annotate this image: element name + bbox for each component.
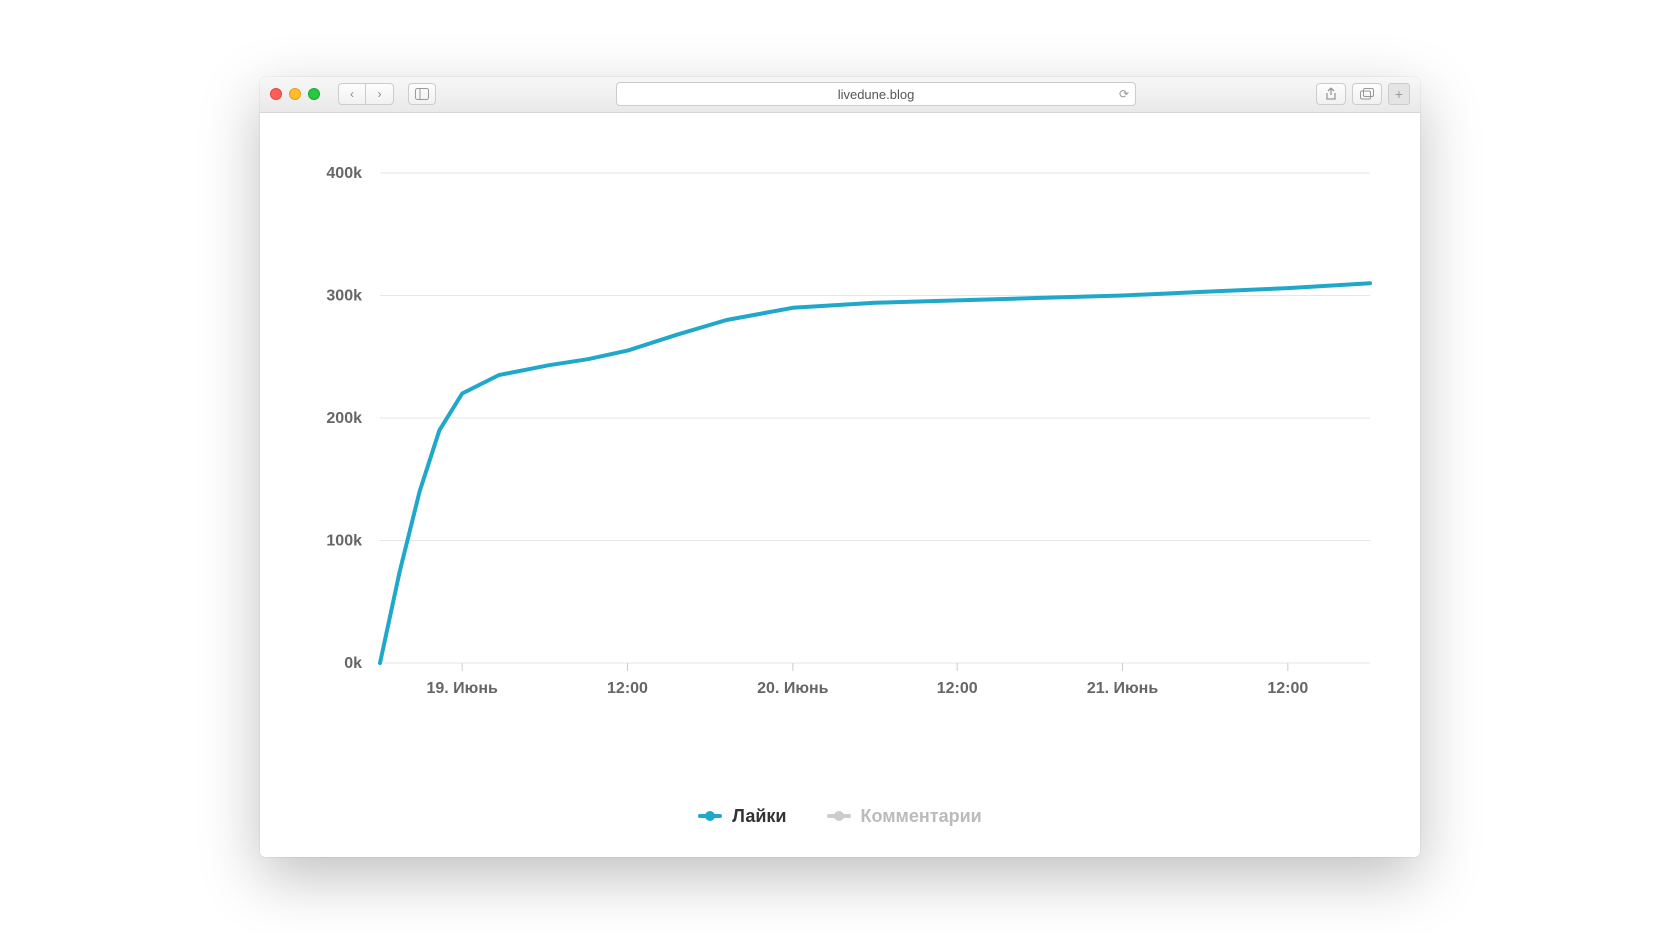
series-line: [380, 283, 1370, 663]
close-window-button[interactable]: [270, 88, 282, 100]
back-button[interactable]: ‹: [338, 83, 366, 105]
legend-swatch-likes: [698, 814, 722, 818]
share-icon: [1325, 87, 1337, 101]
plus-icon: +: [1395, 86, 1403, 102]
page-content: 0k 100k 200k 300k 400k 19. Июнь 12:00 20. Июнь 1…: [260, 113, 1420, 857]
legend-item-comments[interactable]: Комментарии: [827, 806, 982, 827]
maximize-window-button[interactable]: [308, 88, 320, 100]
legend-item-likes[interactable]: Лайки: [698, 806, 786, 827]
new-tab-button[interactable]: +: [1388, 83, 1410, 105]
minimize-window-button[interactable]: [289, 88, 301, 100]
y-tick-label: 300k: [326, 287, 362, 304]
x-tick-label: 12:00: [937, 680, 978, 697]
chevron-left-icon: ‹: [350, 87, 354, 101]
forward-button[interactable]: ›: [366, 83, 394, 105]
x-tick-label: 12:00: [607, 680, 648, 697]
tabs-icon: [1360, 88, 1374, 100]
x-tick-label: 19. Июнь: [426, 680, 498, 697]
sidebar-icon: [415, 88, 429, 100]
nav-buttons: ‹ ›: [338, 83, 394, 105]
window-controls: [270, 88, 320, 100]
legend-label-likes: Лайки: [732, 806, 786, 827]
chevron-right-icon: ›: [378, 87, 382, 101]
legend-swatch-comments: [827, 814, 851, 818]
y-tick-label: 0k: [344, 655, 362, 672]
address-bar[interactable]: livedune.blog ⟳: [616, 82, 1136, 106]
chart-legend: Лайки Комментарии: [280, 776, 1400, 827]
share-button[interactable]: [1316, 83, 1346, 105]
y-tick-label: 200k: [326, 410, 362, 427]
reload-icon[interactable]: ⟳: [1119, 87, 1129, 101]
x-tick-label: 12:00: [1267, 680, 1308, 697]
sidebar-toggle-button[interactable]: [408, 83, 436, 105]
y-tick-label: 400k: [326, 165, 362, 182]
x-tick-label: 20. Июнь: [757, 680, 829, 697]
chart: 0k 100k 200k 300k 400k 19. Июнь 12:00 20. Июнь 1…: [280, 153, 1400, 776]
legend-label-comments: Комментарии: [861, 806, 982, 827]
x-tick-label: 21. Июнь: [1087, 680, 1159, 697]
tabs-button[interactable]: [1352, 83, 1382, 105]
url-text: livedune.blog: [838, 87, 915, 102]
browser-window: ‹ › livedune.blog ⟳: [260, 77, 1420, 857]
y-tick-label: 100k: [326, 532, 362, 549]
browser-titlebar: ‹ › livedune.blog ⟳: [260, 77, 1420, 113]
